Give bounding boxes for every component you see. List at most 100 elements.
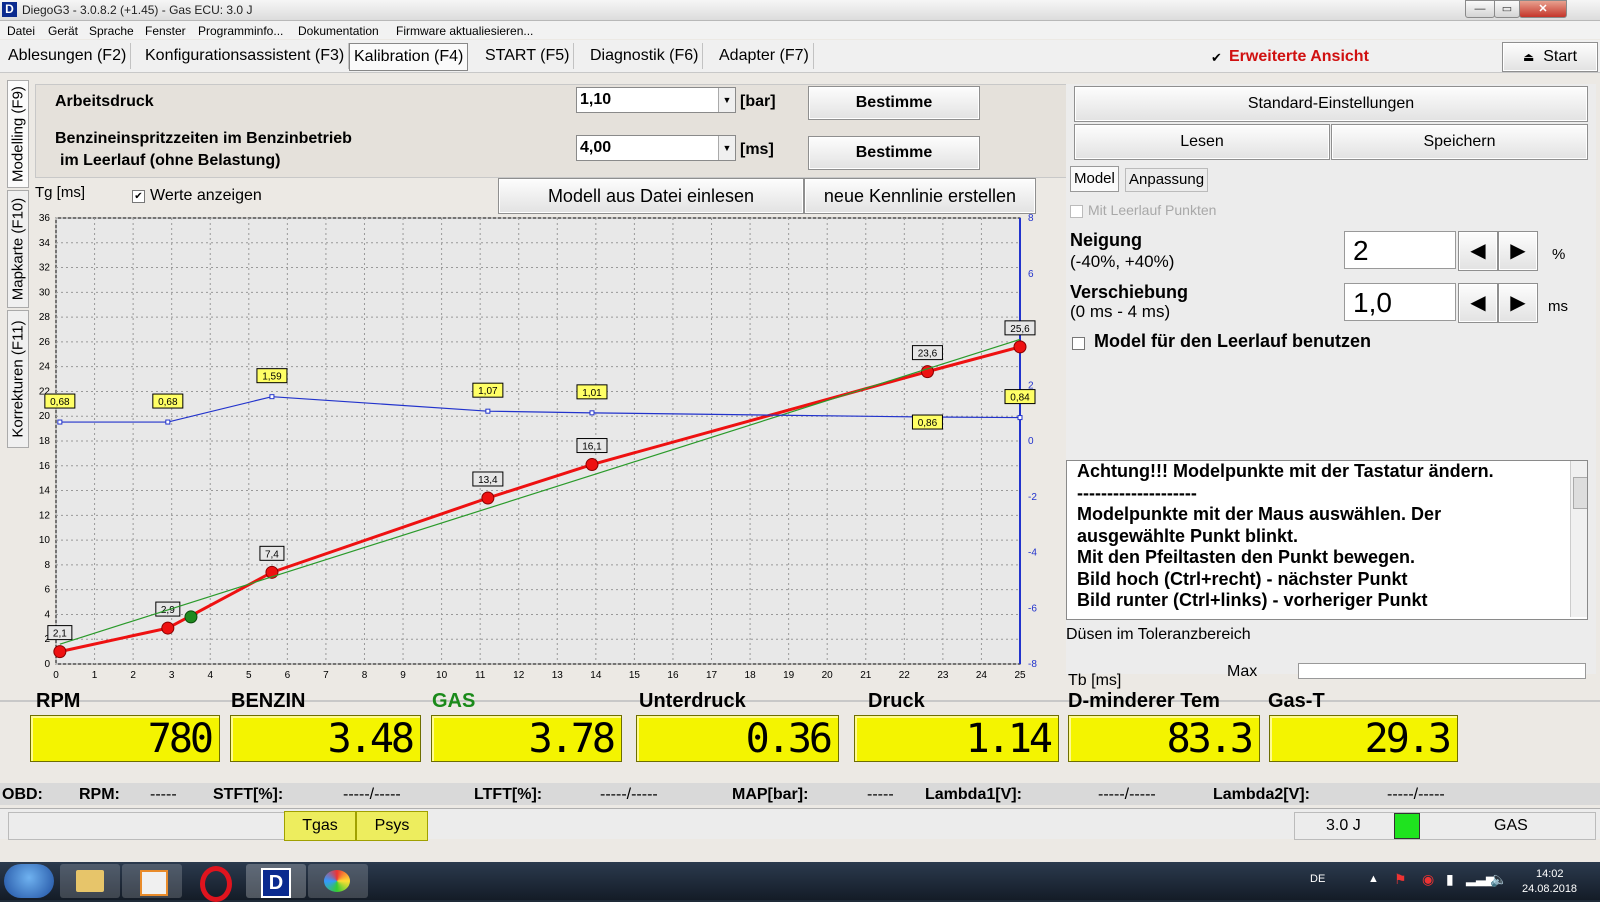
close-icon[interactable]: ✕	[1519, 0, 1567, 18]
load-model-button[interactable]: Modell aus Datei einlesen	[498, 178, 804, 214]
security-icon[interactable]: ◉	[1422, 871, 1434, 888]
side-tab-mapkarte[interactable]: Mapkarte (F10)	[7, 190, 29, 308]
side-tab-korrekturen[interactable]: Korrekturen (F11)	[7, 310, 29, 448]
menu-sprache[interactable]: Sprache	[89, 24, 134, 38]
pressure-select[interactable]: 1,10 ▼	[576, 87, 736, 113]
side-tab-modelling[interactable]: Modelling (F9)	[7, 80, 29, 188]
shift-left-arrow-icon[interactable]: ◀	[1458, 283, 1498, 323]
subtab-model[interactable]: Model	[1070, 166, 1119, 192]
y-tick-label: 14	[39, 486, 51, 497]
shift-right-arrow-icon[interactable]: ▶	[1498, 283, 1538, 323]
restore-icon[interactable]: ▭	[1494, 0, 1520, 18]
save-button[interactable]: Speichern	[1331, 124, 1588, 160]
calibration-chart[interactable]: 0 1 2 3 4 5 6 7 8 9 10 11 12 13 14 15 16 17 18 19 20 21 22 23 24…	[30, 212, 1066, 698]
shift-label: Verschiebung	[1070, 282, 1189, 302]
slope-right-arrow-icon[interactable]: ▶	[1498, 231, 1538, 271]
chevron-down-icon[interactable]: ▼	[718, 136, 735, 160]
pressure-label: Arbeitsdruck	[55, 93, 154, 110]
menu-dokumentation[interactable]: Dokumentation	[298, 24, 379, 38]
paint-icon[interactable]	[308, 864, 368, 898]
menu-datei[interactable]: Datei	[7, 24, 35, 38]
determine-pressure-button[interactable]: Bestimme	[808, 86, 980, 120]
ecu-version: 3.0 J	[1326, 817, 1361, 834]
flag-icon[interactable]: ⚑	[1394, 871, 1407, 888]
menu-bar: Datei Gerät Sprache Fenster Programminfo…	[0, 21, 1600, 39]
idle-model-checkbox[interactable]	[1072, 337, 1085, 350]
data-label: 0,68	[158, 397, 178, 408]
x-tick-label: 15	[629, 670, 641, 681]
pressure-value: 1,10	[580, 91, 612, 108]
scroll-down-icon[interactable]: ▼	[1581, 596, 1587, 618]
slope-left-arrow-icon[interactable]: ◀	[1458, 231, 1498, 271]
obd-lambda2-label: Lambda2[V]:	[1213, 786, 1310, 803]
start-button[interactable]: ⏏ Start	[1502, 42, 1598, 72]
menu-geraet[interactable]: Gerät	[48, 24, 78, 38]
tab-ablesungen[interactable]: Ablesungen (F2)	[4, 43, 132, 69]
tb-slider[interactable]	[1298, 663, 1586, 679]
read-button[interactable]: Lesen	[1074, 124, 1330, 160]
new-curve-button[interactable]: neue Kennlinie erstellen	[804, 178, 1036, 214]
standard-settings-button[interactable]: Standard-Einstellungen	[1074, 86, 1588, 122]
opera-icon[interactable]	[184, 864, 244, 902]
clock-time[interactable]: 14:02	[1536, 868, 1564, 880]
language-indicator[interactable]: DE	[1310, 873, 1325, 885]
app-window: D DiegoG3 - 3.0.8.2 (+1.45) - Gas ECU: 3…	[0, 0, 1600, 862]
y-right-tick-label: -8	[1028, 659, 1037, 670]
y-right-tick-label: 8	[1028, 213, 1034, 224]
menu-fenster[interactable]: Fenster	[145, 24, 186, 38]
obd-stft-label: STFT[%]:	[213, 786, 284, 803]
battery-icon[interactable]: ▮	[1446, 871, 1454, 888]
slope-input[interactable]: 2	[1344, 231, 1456, 269]
chevron-down-icon[interactable]: ▼	[718, 88, 735, 112]
tab-start[interactable]: START (F5)	[481, 43, 575, 69]
volume-icon[interactable]: 🔈	[1490, 871, 1507, 888]
minimize-icon[interactable]: —	[1465, 0, 1495, 18]
gauge-label-druck: Druck	[868, 690, 925, 712]
show-values-checkbox[interactable]: ✔	[132, 190, 145, 203]
y-tick-label: 30	[39, 287, 51, 298]
info-line: Bild hoch (Ctrl+recht) - nächster Punkt	[1077, 568, 1408, 589]
data-point	[585, 458, 599, 472]
tray-arrow-icon[interactable]: ▲	[1368, 873, 1379, 885]
menu-programminfo[interactable]: Programminfo...	[198, 24, 283, 38]
extended-view-checkbox[interactable]: ✔	[1211, 51, 1222, 64]
media-player-icon[interactable]	[122, 864, 182, 898]
x-tick-label: 4	[207, 670, 213, 681]
tgas-toggle[interactable]: Tgas	[284, 811, 356, 841]
x-tick-label: 13	[552, 670, 564, 681]
injection-value: 4,00	[580, 139, 612, 156]
injection-select[interactable]: 4,00 ▼	[576, 135, 736, 161]
y-tick-label: 18	[39, 436, 51, 447]
info-textbox[interactable]: Achtung!!! Modelpunkte mit der Tastatur …	[1066, 460, 1588, 620]
data-point	[161, 621, 175, 635]
diego-app-logo: D	[261, 868, 291, 898]
tab-adapter[interactable]: Adapter (F7)	[715, 43, 814, 69]
subtab-anpassung[interactable]: Anpassung	[1125, 168, 1209, 192]
x-tick-label: 7	[323, 670, 329, 681]
tab-diagnostik[interactable]: Diagnostik (F6)	[586, 43, 704, 69]
start-orb-icon[interactable]	[4, 864, 54, 898]
tab-konfigurationsassistent[interactable]: Konfigurationsassistent (F3)	[141, 43, 350, 69]
fuel-mode: GAS	[1494, 817, 1528, 834]
shift-input[interactable]: 1,0	[1344, 283, 1456, 321]
y-tick-label: 16	[39, 461, 51, 472]
explorer-icon[interactable]	[60, 864, 120, 898]
start-button-label: Start	[1543, 48, 1578, 65]
info-scrollbar[interactable]: ▲ ▼	[1570, 461, 1587, 618]
obd-map-value: -----	[867, 786, 894, 803]
tab-kalibration[interactable]: Kalibration (F4)	[349, 43, 469, 71]
tb-label: Tb [ms]	[1068, 672, 1122, 689]
psys-toggle[interactable]: Psys	[356, 811, 428, 841]
data-point	[269, 394, 275, 400]
diego-icon[interactable]: D	[246, 864, 306, 898]
determine-injection-button[interactable]: Bestimme	[808, 136, 980, 170]
scroll-thumb[interactable]	[1573, 477, 1587, 509]
menu-firmware[interactable]: Firmware aktualiesieren...	[396, 24, 533, 38]
x-tick-label: 16	[667, 670, 679, 681]
data-point	[481, 491, 495, 505]
y-tick-label: 0	[44, 659, 50, 670]
data-label: 1,59	[262, 372, 282, 383]
clock-date[interactable]: 24.08.2018	[1522, 883, 1577, 895]
side-tab-modelling-label: Modelling (F9)	[9, 86, 27, 182]
obd-lambda1-value: -----/-----	[1098, 786, 1156, 803]
